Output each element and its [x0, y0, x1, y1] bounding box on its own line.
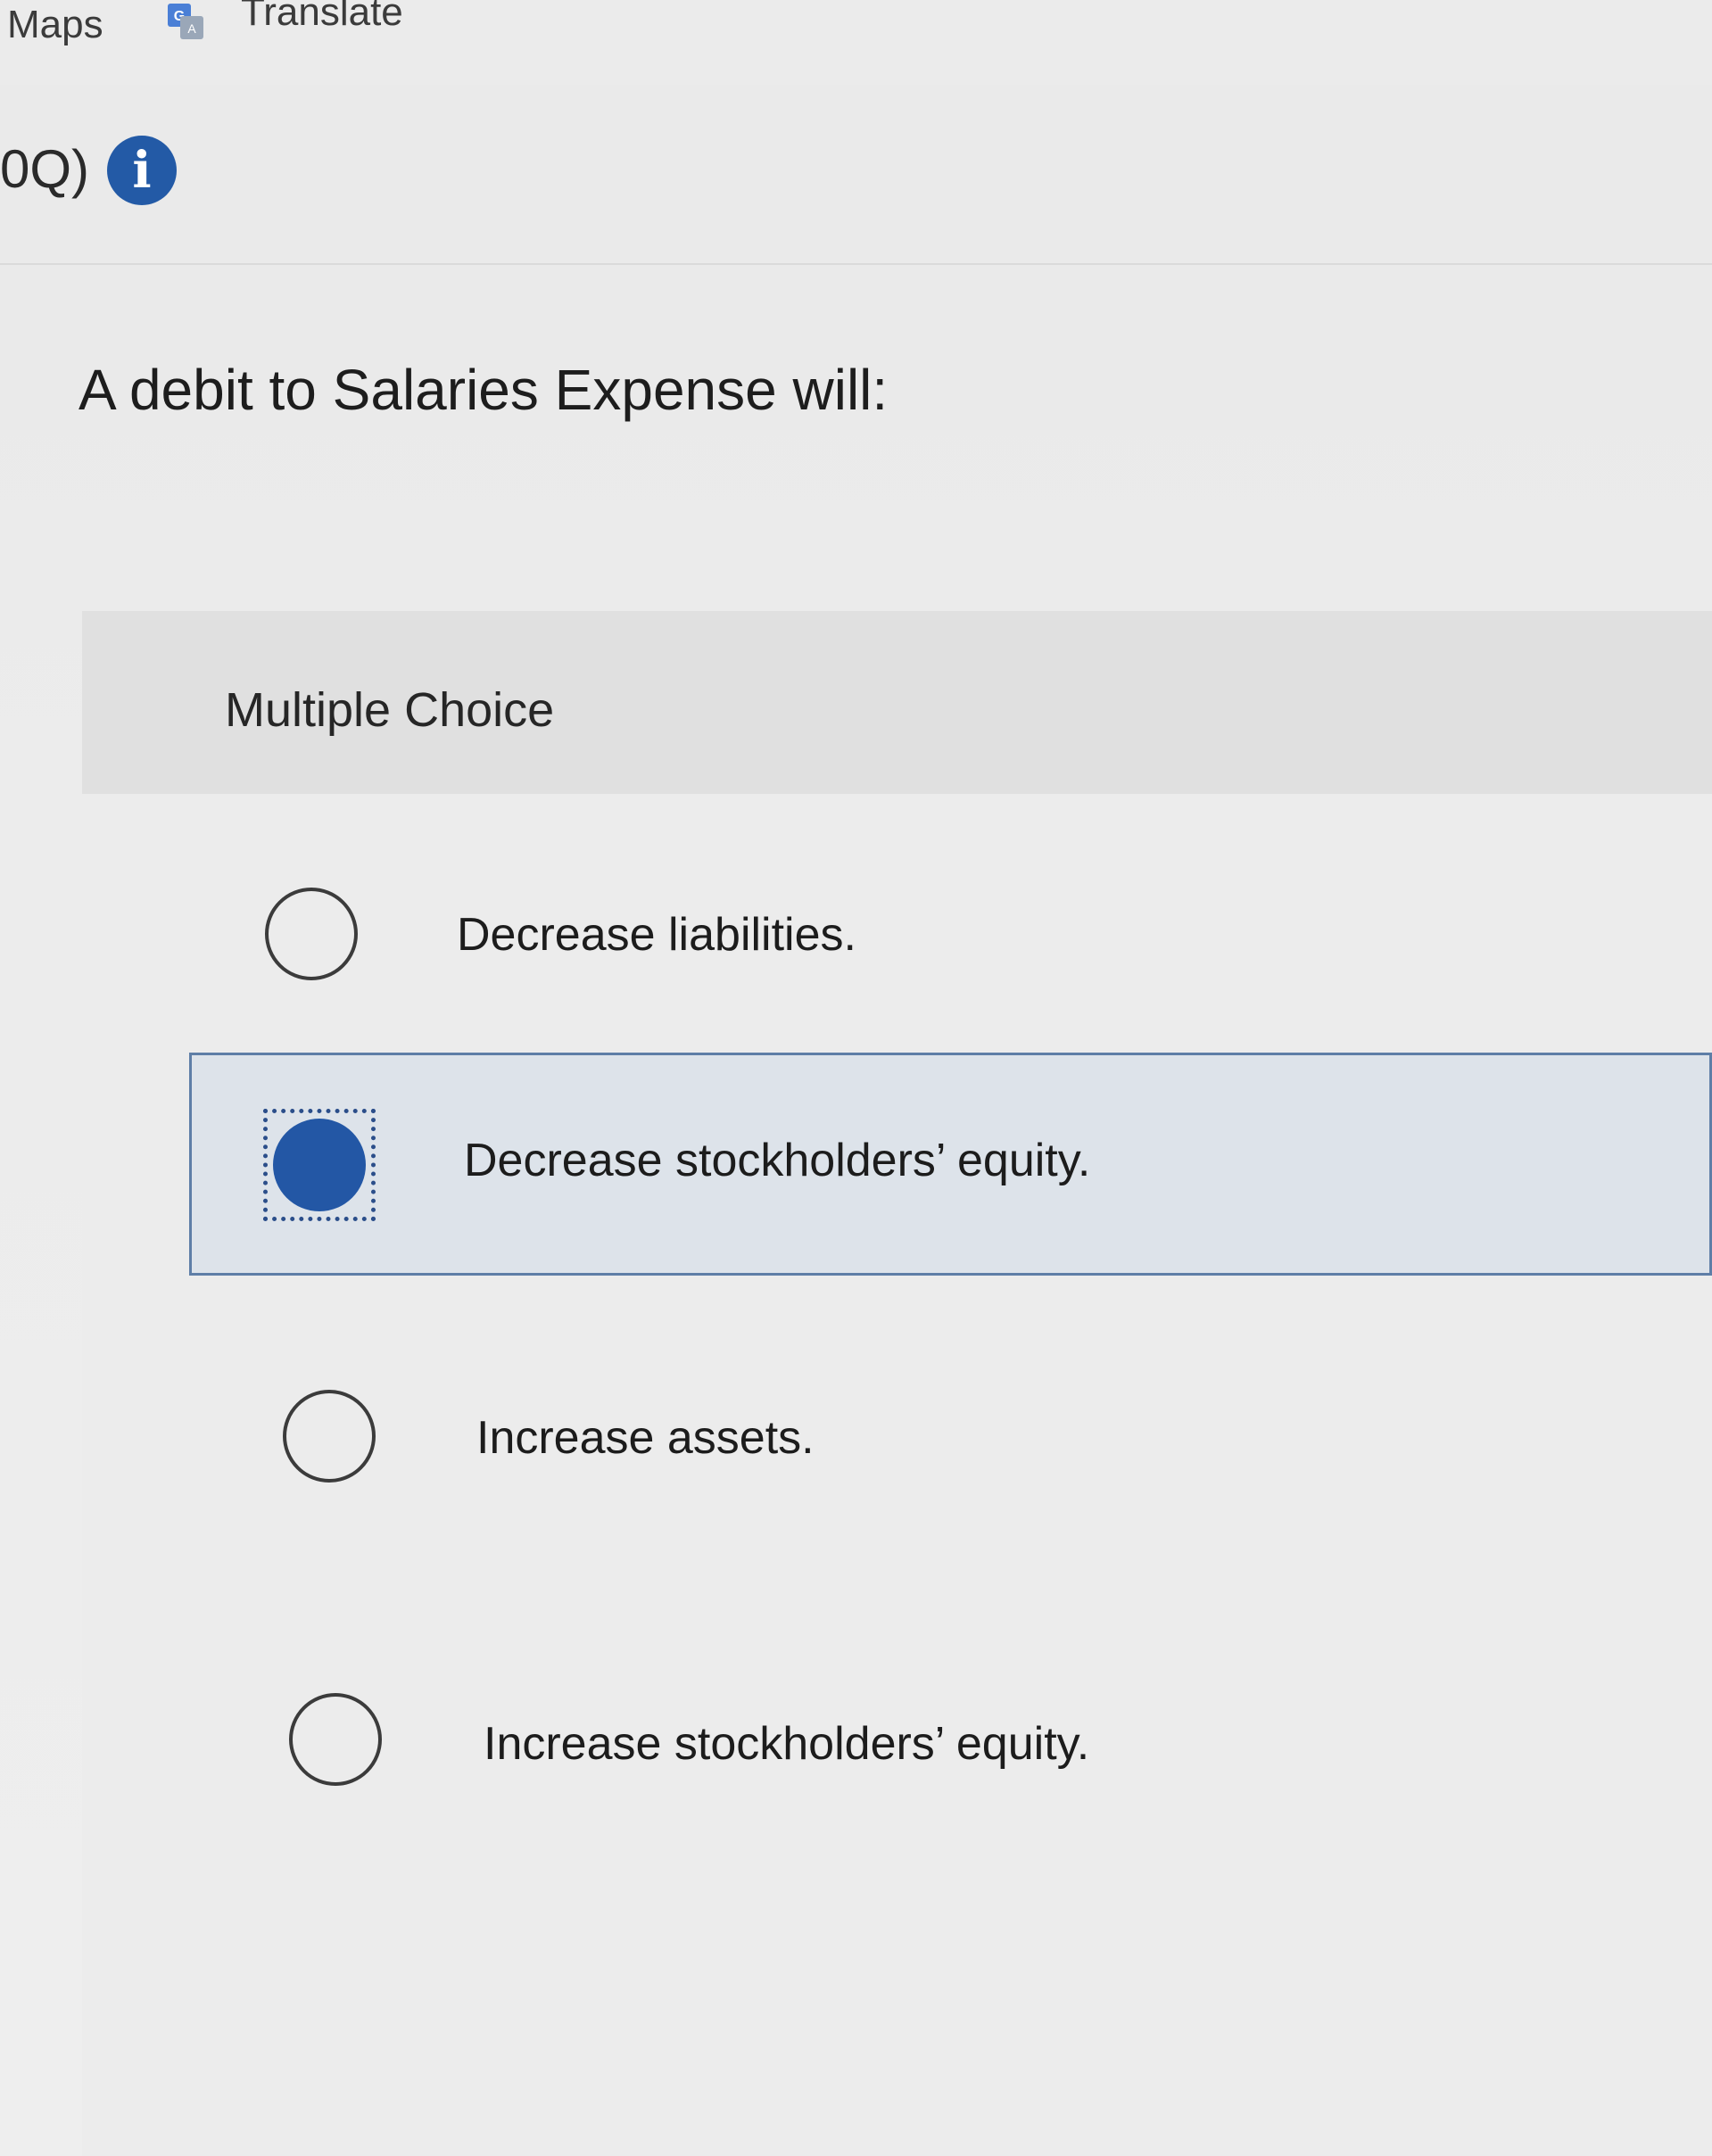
- answer-option-3[interactable]: Increase assets.: [189, 1307, 1712, 1530]
- radio-button-selected[interactable]: [273, 1119, 366, 1211]
- radio-button-unselected[interactable]: [265, 888, 358, 980]
- multiple-choice-panel: Multiple Choice Decrease liabilities. De…: [82, 611, 1712, 2156]
- google-translate-icon[interactable]: G A: [166, 2, 205, 41]
- svg-text:A: A: [187, 21, 196, 36]
- question-prompt: A debit to Salaries Expense will:: [79, 358, 889, 422]
- answer-option-label: Decrease liabilities.: [457, 909, 856, 961]
- bookmark-maps[interactable]: Maps: [7, 2, 103, 48]
- question-number: 0Q): [0, 139, 90, 199]
- multiple-choice-header: Multiple Choice: [82, 611, 1712, 794]
- answer-option-2[interactable]: Decrease stockholders’ equity.: [189, 1053, 1712, 1276]
- question-header: 0Q) i: [0, 85, 1712, 265]
- radio-button-unselected[interactable]: [283, 1390, 376, 1483]
- answer-option-label: Increase assets.: [476, 1412, 815, 1464]
- answer-option-4[interactable]: Increase stockholders’ equity.: [189, 1610, 1712, 1833]
- answer-option-label: Decrease stockholders’ equity.: [464, 1135, 1091, 1186]
- bookmarks-bar: Maps G A Translate: [0, 0, 1712, 87]
- multiple-choice-title: Multiple Choice: [225, 683, 555, 737]
- info-icon[interactable]: i: [107, 136, 177, 205]
- radio-button-unselected[interactable]: [289, 1693, 382, 1786]
- answer-option-1[interactable]: Decrease liabilities.: [189, 825, 1712, 1048]
- answer-option-label: Increase stockholders’ equity.: [484, 1718, 1090, 1770]
- radio-focus-outline: [263, 1109, 376, 1221]
- answer-options: Decrease liabilities. Decrease stockhold…: [82, 794, 1712, 2156]
- bookmark-translate[interactable]: Translate: [241, 0, 403, 36]
